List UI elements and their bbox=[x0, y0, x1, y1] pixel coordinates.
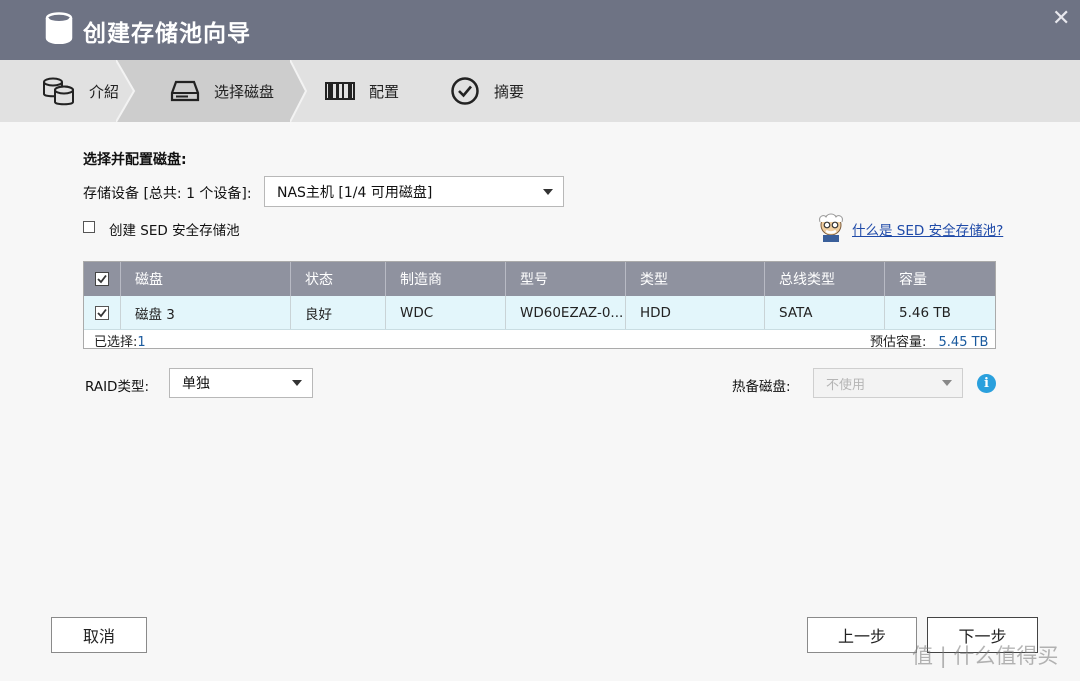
database-icon bbox=[45, 12, 73, 44]
chevron-down-icon bbox=[292, 380, 302, 386]
info-icon[interactable]: i bbox=[977, 374, 996, 393]
step-label: 摘要 bbox=[494, 82, 525, 101]
cancel-button[interactable]: 取消 bbox=[51, 617, 147, 653]
disk-drive-icon bbox=[170, 80, 200, 102]
column-header-status[interactable]: 状态 bbox=[290, 262, 385, 296]
column-header-bus[interactable]: 总线类型 bbox=[764, 262, 884, 296]
raid-type-value: 单独 bbox=[182, 376, 210, 392]
raid-type-label: RAID类型: bbox=[85, 379, 149, 395]
help-professor-icon bbox=[819, 213, 843, 242]
selected-count: 1 bbox=[137, 335, 146, 350]
hot-spare-select[interactable]: 不使用 bbox=[813, 368, 963, 398]
step-select-disks: 选择磁盘 bbox=[170, 60, 274, 122]
column-header-type[interactable]: 类型 bbox=[625, 262, 764, 296]
watermark: 值 | 什么值得买 bbox=[912, 644, 1059, 668]
disk-table: 磁盘 状态 制造商 型号 类型 总线类型 容量 磁盘 3 良好 WDC WD60… bbox=[83, 261, 996, 350]
storage-device-value: NAS主机 [1/4 可用磁盘] bbox=[277, 184, 433, 201]
column-header-disk[interactable]: 磁盘 bbox=[120, 262, 290, 296]
window-title: 创建存储池向导 bbox=[83, 21, 251, 47]
config-icon bbox=[325, 82, 355, 100]
step-separator bbox=[290, 60, 308, 122]
title-bar: 创建存储池向导 ✕ bbox=[0, 0, 1080, 60]
column-header-vendor[interactable]: 制造商 bbox=[385, 262, 505, 296]
cell-type: HDD bbox=[625, 296, 764, 329]
estimated-label: 预估容量: bbox=[870, 335, 927, 350]
select-all-checkbox[interactable] bbox=[95, 272, 109, 286]
step-label: 介紹 bbox=[89, 82, 120, 101]
table-row[interactable]: 磁盘 3 良好 WDC WD60EZAZ-0... HDD SATA 5.46 … bbox=[84, 296, 995, 330]
checkmark-circle-icon bbox=[451, 77, 479, 105]
step-label: 配置 bbox=[369, 82, 400, 101]
select-all-cell bbox=[84, 262, 120, 296]
sed-help-link[interactable]: 什么是 SED 安全存储池? bbox=[852, 219, 1003, 239]
table-footer: 已选择:1 预估容量: 5.45 TB bbox=[84, 330, 995, 350]
cell-bus: SATA bbox=[764, 296, 884, 329]
sed-checkbox[interactable] bbox=[83, 221, 95, 233]
device-label: 存储设备 [总共: 1 个设备]: bbox=[83, 186, 252, 202]
step-separator bbox=[116, 60, 138, 122]
cell-disk: 磁盘 3 bbox=[120, 296, 290, 329]
step-intro: 介紹 bbox=[42, 60, 119, 122]
table-header: 磁盘 状态 制造商 型号 类型 总线类型 容量 bbox=[84, 262, 995, 296]
cell-status: 良好 bbox=[290, 296, 385, 329]
back-button[interactable]: 上一步 bbox=[807, 617, 917, 653]
cell-capacity: 5.46 TB bbox=[884, 296, 995, 329]
hot-spare-value: 不使用 bbox=[826, 377, 866, 393]
cell-model: WD60EZAZ-0... bbox=[505, 296, 625, 329]
wizard-steps: 介紹 选择磁盘 配置 摘要 bbox=[0, 60, 1080, 122]
section-title: 选择并配置磁盘: bbox=[83, 152, 187, 168]
selected-label: 已选择: bbox=[94, 335, 138, 350]
chevron-down-icon bbox=[942, 380, 952, 386]
sed-label: 创建 SED 安全存储池 bbox=[109, 223, 240, 239]
column-header-capacity[interactable]: 容量 bbox=[884, 262, 995, 296]
raid-type-select[interactable]: 单独 bbox=[169, 368, 313, 398]
estimated-value: 5.45 TB bbox=[938, 335, 989, 350]
storage-pool-icon bbox=[43, 77, 74, 106]
storage-device-select[interactable]: NAS主机 [1/4 可用磁盘] bbox=[264, 176, 564, 207]
estimated-capacity-text: 预估容量: 5.45 TB bbox=[870, 331, 988, 350]
step-configure: 配置 bbox=[325, 60, 399, 122]
selected-count-text: 已选择:1 bbox=[94, 331, 146, 350]
close-icon[interactable]: ✕ bbox=[1052, 6, 1070, 31]
step-label: 选择磁盘 bbox=[214, 82, 275, 101]
row-checkbox-cell bbox=[84, 296, 120, 329]
hot-spare-label: 热备磁盘: bbox=[732, 379, 791, 395]
row-checkbox[interactable] bbox=[95, 305, 109, 320]
column-header-model[interactable]: 型号 bbox=[505, 262, 625, 296]
step-summary: 摘要 bbox=[450, 60, 524, 122]
cell-vendor: WDC bbox=[385, 296, 505, 329]
chevron-down-icon bbox=[543, 188, 553, 195]
